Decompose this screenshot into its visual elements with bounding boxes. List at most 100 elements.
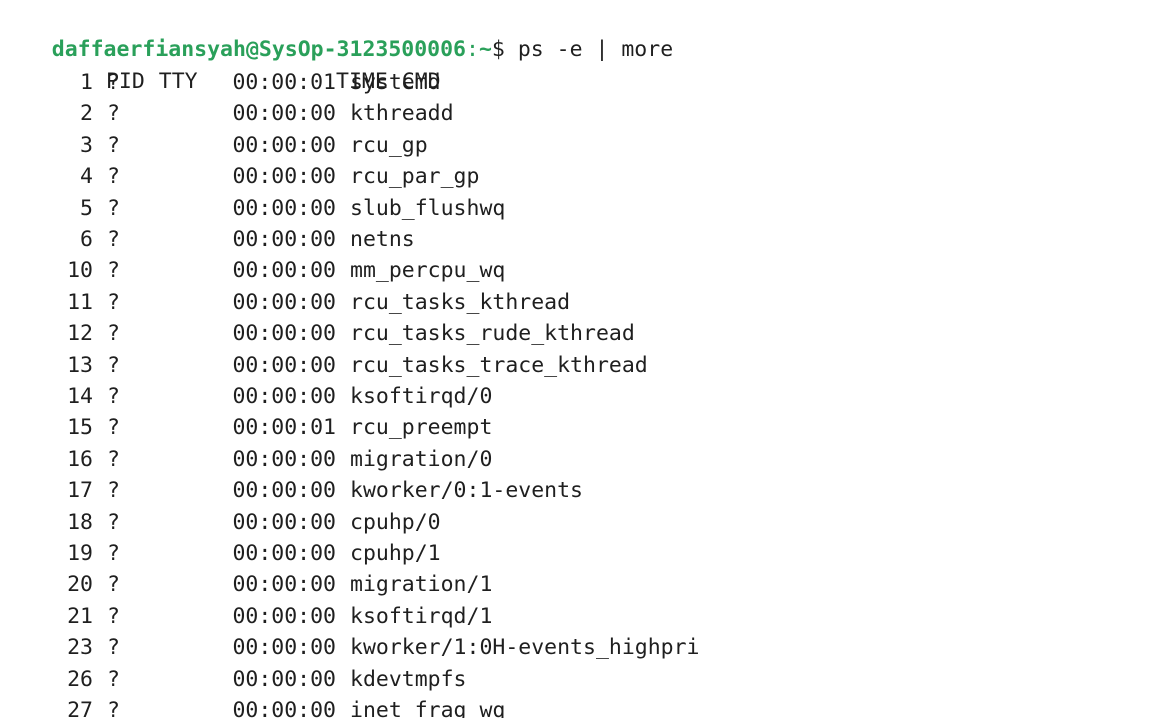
table-header: PID TTY TIME CMD	[0, 35, 441, 94]
cell-tty: ?	[107, 321, 120, 347]
cell-cmd: inet_frag_wq	[350, 698, 506, 718]
cell-tty: ?	[107, 384, 120, 409]
table-row: 21? 00:00:00 ksoftirqd/1	[0, 601, 492, 632]
cell-pid: 21	[67, 603, 93, 629]
cell-tty: ?	[107, 70, 120, 95]
cell-tty: ?	[107, 572, 120, 598]
cell-tty: ?	[107, 635, 120, 661]
cell-pid: 1	[80, 70, 93, 95]
cell-pid: 6	[80, 227, 93, 252]
table-row: 11? 00:00:00 rcu_tasks_kthread	[0, 287, 570, 318]
cell-cmd: rcu_gp	[350, 132, 428, 158]
cell-cmd: systemd	[350, 70, 441, 95]
cell-pid: 17	[67, 478, 93, 504]
table-row: 15? 00:00:01 rcu_preempt	[0, 412, 492, 443]
cell-pid: 26	[67, 666, 93, 692]
terminal-window[interactable]: ━ ━ ━ ━ daffaerfiansyah@SysOp-3123500006…	[0, 0, 1175, 718]
table-row: 12? 00:00:00 rcu_tasks_rude_kthread	[0, 318, 635, 349]
cell-cmd: migration/0	[350, 446, 493, 472]
command-text: ps -e | more	[517, 37, 674, 63]
table-row: 1? 00:00:01 systemd	[0, 67, 441, 98]
cell-tty: ?	[107, 352, 120, 378]
cell-cmd: mm_percpu_wq	[350, 258, 506, 284]
cell-pid: 10	[67, 258, 93, 284]
table-row: 23? 00:00:00 kworker/1:0H-events_highpri	[0, 632, 700, 663]
cell-time: 00:00:00	[232, 195, 336, 221]
cell-cmd: kworker/1:0H-events_highpri	[350, 635, 700, 661]
cell-cmd: rcu_preempt	[350, 415, 493, 441]
cell-time: 00:00:00	[232, 478, 336, 504]
cell-time: 00:00:00	[232, 101, 336, 127]
cell-time: 00:00:00	[232, 509, 336, 535]
cell-cmd: rcu_tasks_trace_kthread	[350, 352, 648, 378]
cell-pid: 5	[80, 195, 93, 221]
cell-time: 00:00:00	[232, 321, 336, 347]
cell-tty: ?	[107, 603, 120, 629]
cell-pid: 12	[67, 321, 93, 347]
cell-time: 00:00:00	[232, 384, 336, 409]
cell-tty: ?	[107, 478, 120, 504]
cell-pid: 11	[67, 289, 93, 315]
cell-pid: 18	[67, 509, 93, 535]
cell-pid: 27	[67, 698, 93, 718]
cell-pid: 2	[80, 101, 93, 127]
cell-time: 00:00:00	[232, 164, 336, 190]
cell-tty: ?	[107, 227, 120, 252]
cell-cmd: cpuhp/0	[350, 509, 441, 535]
cell-tty: ?	[107, 666, 120, 692]
cell-time: 00:00:01	[232, 70, 336, 95]
cell-cmd: cpuhp/1	[350, 541, 441, 566]
cell-cmd: migration/1	[350, 572, 493, 598]
cell-pid: 15	[67, 415, 93, 441]
cell-tty: ?	[107, 258, 120, 284]
prompt-line: daffaerfiansyah@SysOp-3123500006:~$ ps -…	[0, 3, 673, 62]
cell-time: 00:00:00	[232, 352, 336, 378]
cell-time: 00:00:00	[232, 572, 336, 598]
prompt-symbol: $	[491, 37, 505, 63]
table-row: 5? 00:00:00 slub_flushwq	[0, 193, 505, 224]
cell-pid: 20	[67, 572, 93, 598]
cell-cmd: rcu_par_gp	[350, 164, 480, 190]
cell-time: 00:00:01	[232, 415, 336, 441]
cell-tty: ?	[107, 415, 120, 441]
cell-pid: 4	[80, 164, 93, 190]
table-row: 16? 00:00:00 migration/0	[0, 444, 492, 475]
cell-cmd: netns	[350, 227, 415, 252]
cell-tty: ?	[107, 164, 120, 190]
cell-tty: ?	[107, 101, 120, 127]
cell-time: 00:00:00	[232, 541, 336, 566]
table-row: 14? 00:00:00 ksoftirqd/0	[0, 381, 492, 412]
cell-time: 00:00:00	[232, 258, 336, 284]
cell-tty: ?	[107, 698, 120, 718]
table-row: 3? 00:00:00 rcu_gp	[0, 130, 428, 161]
prompt-path: ~	[478, 37, 492, 63]
cell-cmd: rcu_tasks_rude_kthread	[350, 321, 635, 347]
cell-time: 00:00:00	[232, 289, 336, 315]
cell-time: 00:00:00	[232, 698, 336, 718]
cell-time: 00:00:00	[232, 132, 336, 158]
cell-cmd: ksoftirqd/0	[350, 384, 493, 409]
table-row: 10? 00:00:00 mm_percpu_wq	[0, 255, 505, 286]
cell-pid: 3	[80, 132, 93, 158]
cell-pid: 23	[67, 635, 93, 661]
table-row: 2? 00:00:00 kthreadd	[0, 98, 454, 129]
cell-time: 00:00:00	[232, 446, 336, 472]
cell-tty: ?	[107, 446, 120, 472]
table-row: 27? 00:00:00 inet_frag_wq	[0, 695, 505, 718]
cell-cmd: kdevtmpfs	[350, 666, 467, 692]
prompt-separator: :	[466, 37, 479, 63]
cell-time: 00:00:00	[232, 666, 336, 692]
cell-pid: 14	[67, 384, 93, 409]
cell-time: 00:00:00	[232, 603, 336, 629]
table-row: 17? 00:00:00 kworker/0:1-events	[0, 475, 583, 506]
cell-cmd: slub_flushwq	[350, 195, 506, 221]
table-row: 6? 00:00:00 netns	[0, 224, 415, 255]
cell-pid: 19	[67, 541, 93, 566]
cell-tty: ?	[107, 509, 120, 535]
cell-cmd: kthreadd	[350, 101, 454, 127]
table-row: 4? 00:00:00 rcu_par_gp	[0, 161, 479, 192]
cell-cmd: ksoftirqd/1	[350, 603, 493, 629]
cell-cmd: kworker/0:1-events	[350, 478, 583, 504]
cell-tty: ?	[107, 541, 120, 566]
cell-pid: 16	[67, 446, 93, 472]
